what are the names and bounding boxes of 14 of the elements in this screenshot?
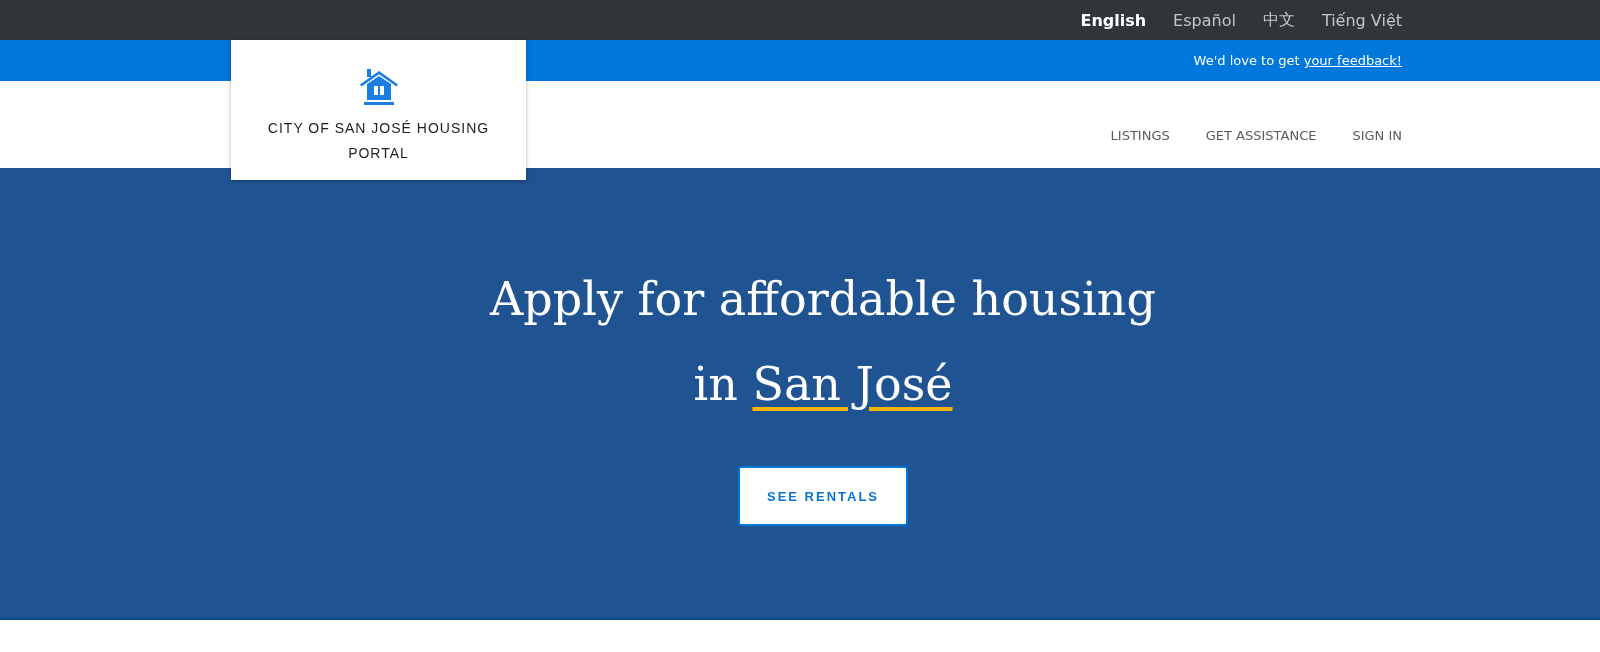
language-link[interactable]: Tiếng Việt bbox=[1321, 10, 1402, 30]
see-rentals-button[interactable]: SEE RENTALS bbox=[738, 466, 908, 526]
feedback-text: We'd love to get your feedback! bbox=[1193, 53, 1402, 68]
feedback-link[interactable]: your feedback! bbox=[1303, 53, 1402, 68]
house-icon bbox=[358, 68, 399, 106]
nav-link[interactable]: LISTINGS bbox=[1110, 128, 1170, 143]
logo-card[interactable]: CITY OF SAN JOSÉ HOUSING PORTAL bbox=[231, 40, 526, 180]
language-link[interactable]: Español bbox=[1173, 10, 1236, 30]
language-link[interactable]: English bbox=[1080, 10, 1147, 30]
nav-link[interactable]: GET ASSISTANCE bbox=[1205, 128, 1317, 143]
logo-title: CITY OF SAN JOSÉ HOUSING PORTAL bbox=[266, 119, 491, 163]
nav-link[interactable]: SIGN IN bbox=[1352, 128, 1402, 143]
hero-heading: Apply for affordable housing in San José bbox=[490, 271, 1156, 413]
language-link[interactable]: 中文 bbox=[1262, 9, 1295, 31]
